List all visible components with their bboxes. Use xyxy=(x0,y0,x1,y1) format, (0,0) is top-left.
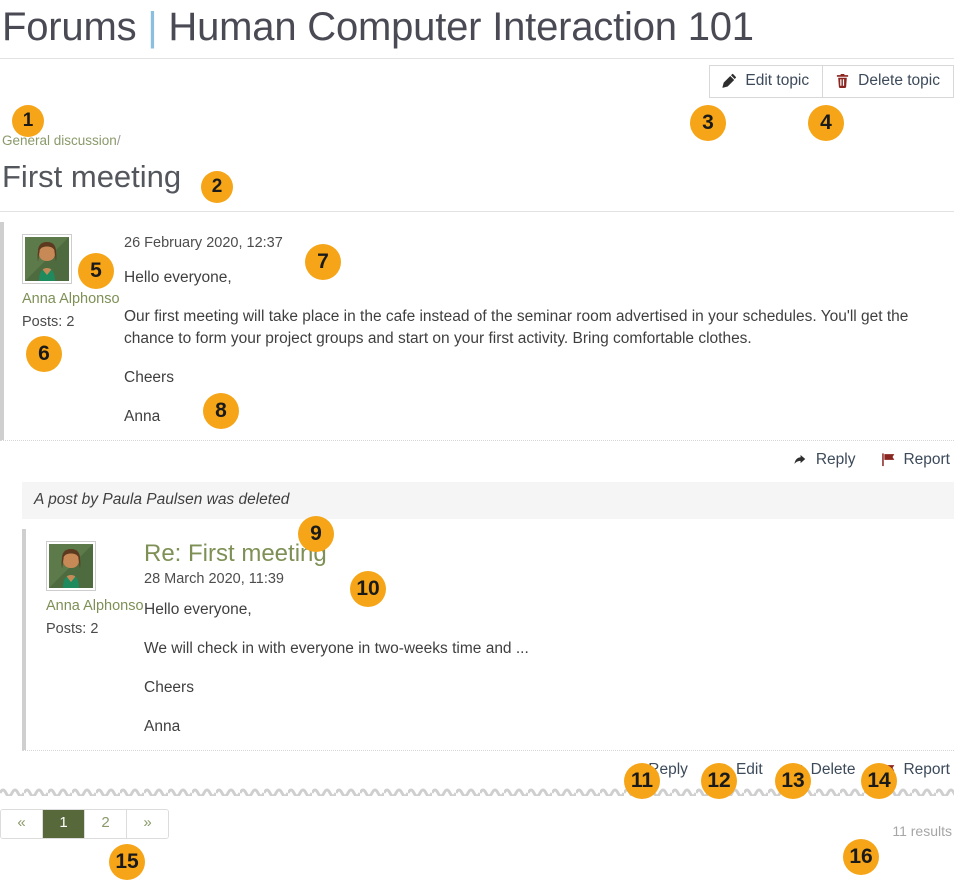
breadcrumb-separator: / xyxy=(116,133,121,148)
avatar[interactable] xyxy=(46,541,96,592)
post-author-block: Anna Alphonso Posts: 2 xyxy=(26,541,144,750)
reply-arrow-icon xyxy=(794,452,809,467)
edit-topic-label: Edit topic xyxy=(745,72,810,89)
post-author-count: Posts: 2 xyxy=(46,621,99,638)
post-author-name[interactable]: Anna Alphonso xyxy=(46,597,144,615)
page-title: Forums | Human Computer Interaction 101 xyxy=(0,0,954,58)
post-actions: Reply Edit Delete Report xyxy=(0,751,954,778)
pagination-row: « 1 2 » 11 results xyxy=(0,808,954,843)
delete-topic-label: Delete topic xyxy=(858,72,940,89)
breadcrumb: General discussion/ xyxy=(0,105,954,149)
post-paragraph: Anna xyxy=(124,408,161,426)
topic-toolbar: Edit topic Delete topic xyxy=(0,59,954,105)
callout-badge-16: 16 xyxy=(843,839,879,875)
reply-label: Reply xyxy=(648,761,688,779)
pagination-page-1[interactable]: 1 xyxy=(43,809,85,838)
callout-badge-15: 15 xyxy=(109,844,145,880)
reply-button[interactable]: Reply xyxy=(794,451,856,469)
pencil-icon xyxy=(714,763,729,778)
delete-button[interactable]: Delete xyxy=(789,761,856,779)
pagination-last-button[interactable]: » xyxy=(127,809,168,838)
post-paragraph: Cheers xyxy=(144,679,194,697)
trash-icon xyxy=(835,73,850,89)
topic-divider xyxy=(0,211,954,213)
post-date: 28 March 2020, 11:39 xyxy=(144,570,284,587)
post-paragraph: Cheers xyxy=(124,369,174,387)
flag-icon xyxy=(881,763,896,778)
breadcrumb-item-general-discussion[interactable]: General discussion xyxy=(2,133,117,148)
topic-title: First meeting xyxy=(2,159,182,195)
post-body: 26 February 2020, 12:37 Hello everyone, … xyxy=(124,234,954,440)
deleted-post-notice: A post by Paula Paulsen was deleted xyxy=(22,481,954,520)
post-date: 26 February 2020, 12:37 xyxy=(124,235,283,252)
post-paragraph: Anna xyxy=(144,718,181,736)
post-body: Re: First meeting 28 March 2020, 11:39 H… xyxy=(144,540,954,750)
post-actions: Reply Report xyxy=(0,441,954,468)
post-paragraph: Our first meeting will take place in the… xyxy=(124,308,909,348)
pencil-icon xyxy=(722,73,737,88)
post-author-block: Anna Alphonso Posts: 2 xyxy=(4,234,124,440)
edit-topic-button[interactable]: Edit topic xyxy=(709,65,823,98)
report-button[interactable]: Report xyxy=(881,762,950,778)
post-paragraph: We will check in with everyone in two-we… xyxy=(144,640,529,658)
post-paragraph: Hello everyone, xyxy=(124,269,232,287)
trash-icon xyxy=(789,763,804,778)
edit-label: Edit xyxy=(735,761,763,779)
page-title-suffix: Human Computer Interaction 101 xyxy=(168,5,754,49)
results-count: 11 results xyxy=(892,822,952,839)
reply-label: Reply xyxy=(815,451,856,469)
flag-icon xyxy=(881,452,896,467)
topic-action-button-group: Edit topic Delete topic xyxy=(709,65,954,98)
reply-button[interactable]: Reply xyxy=(626,762,688,778)
pagination-first-button[interactable]: « xyxy=(1,809,43,838)
report-label: Report xyxy=(903,451,950,469)
forum-post: Anna Alphonso Posts: 2 Re: First meeting… xyxy=(22,529,954,751)
page-title-separator: | xyxy=(147,5,158,49)
content-cut-divider xyxy=(0,786,954,803)
post-subject[interactable]: Re: First meeting xyxy=(144,540,948,567)
post-author-name[interactable]: Anna Alphonso xyxy=(22,290,124,308)
report-label: Report xyxy=(903,761,950,779)
delete-label: Delete xyxy=(810,761,856,779)
edit-button[interactable]: Edit xyxy=(714,762,763,778)
post-author-count: Posts: 2 xyxy=(22,314,75,331)
reply-arrow-icon xyxy=(626,763,641,778)
post-paragraph: Hello everyone, xyxy=(144,601,252,619)
pagination-page-2[interactable]: 2 xyxy=(85,809,127,838)
delete-topic-button[interactable]: Delete topic xyxy=(822,65,954,98)
forum-post: Anna Alphonso Posts: 2 26 February 2020,… xyxy=(0,222,954,441)
page-title-prefix: Forums xyxy=(2,5,137,49)
report-button[interactable]: Report xyxy=(881,452,950,468)
pagination: « 1 2 » xyxy=(0,808,169,839)
avatar[interactable] xyxy=(22,234,72,285)
